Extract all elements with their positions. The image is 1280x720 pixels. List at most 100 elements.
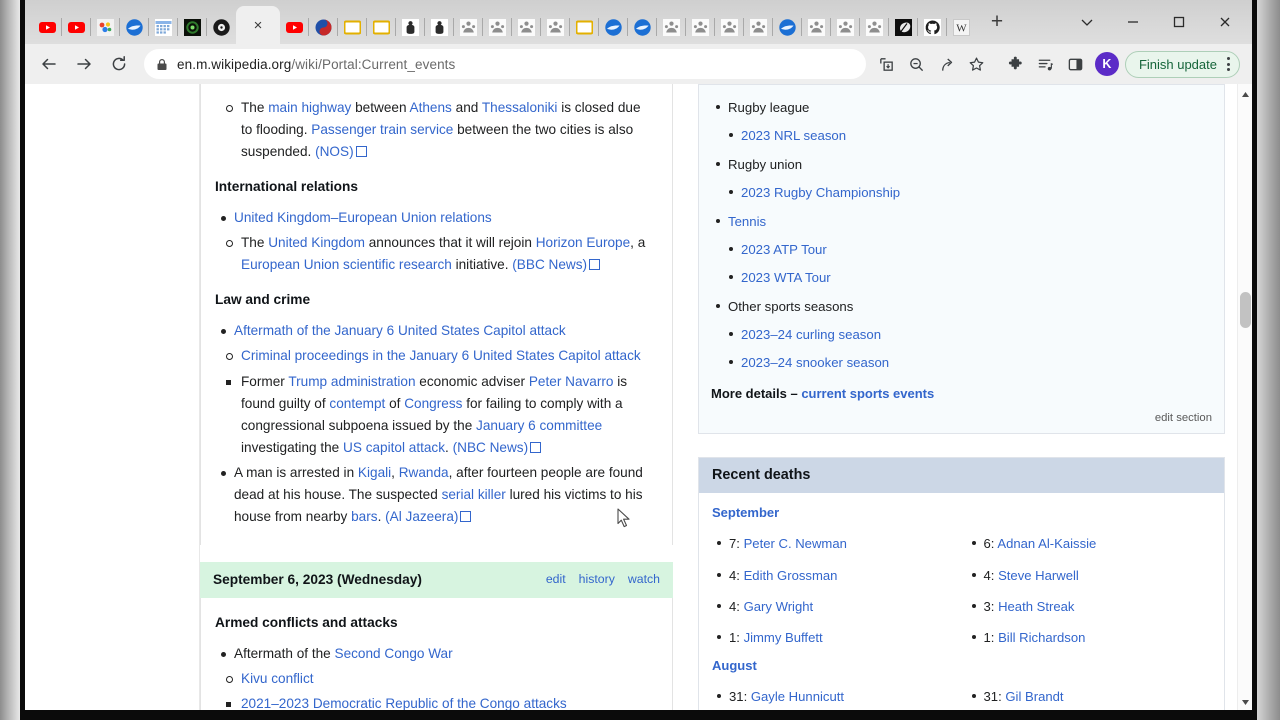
death-person-link[interactable]: Edith Grossman	[744, 568, 838, 583]
current-sports-events-link[interactable]: current sports events	[801, 386, 934, 401]
profile-avatar[interactable]: K	[1094, 52, 1119, 76]
death-person-link[interactable]: Heath Streak	[998, 599, 1074, 614]
sports-link[interactable]: 2023–24 snooker season	[741, 355, 889, 370]
grey-emblem-tab-10[interactable]	[830, 10, 860, 44]
yinyang-tab[interactable]	[308, 10, 338, 44]
wiki-link[interactable]: (Al Jazeera)	[385, 509, 471, 524]
grey-emblem-tab-6[interactable]	[685, 10, 715, 44]
wiki-link[interactable]: Kigali	[358, 465, 391, 480]
wiki-link[interactable]: contempt	[329, 396, 385, 411]
death-person-link[interactable]: Peter C. Newman	[744, 536, 847, 551]
grey-emblem-tab-11[interactable]	[859, 10, 889, 44]
wiki-link[interactable]: Second Congo War	[335, 646, 453, 661]
blue-globe-tab-2[interactable]	[598, 10, 628, 44]
blue-globe-tab-3[interactable]	[627, 10, 657, 44]
death-person-link[interactable]: Adnan Al-Kaissie	[997, 536, 1096, 551]
github-tab[interactable]	[917, 10, 947, 44]
calendar-tab[interactable]	[148, 10, 178, 44]
wiki-link[interactable]: main highway	[268, 100, 351, 115]
maximize-icon[interactable]	[1156, 0, 1202, 44]
grey-emblem-tab-3[interactable]	[511, 10, 541, 44]
wiki-link[interactable]: bars	[351, 509, 377, 524]
wiki-link[interactable]: Criminal proceedings in the January 6 Un…	[241, 348, 641, 363]
reload-icon[interactable]	[103, 48, 135, 80]
wiki-link[interactable]: (BBC News)	[512, 257, 600, 272]
wiki-link[interactable]: Kivu conflict	[241, 671, 314, 686]
sports-link[interactable]: 2023 WTA Tour	[741, 270, 831, 285]
sports-link[interactable]: 2023–24 curling season	[741, 327, 881, 342]
wiki-link[interactable]: United Kingdom	[268, 235, 365, 250]
sports-link[interactable]: 2023 ATP Tour	[741, 242, 827, 257]
wiki-link[interactable]: (NOS)	[315, 144, 367, 159]
black-logo-tab[interactable]	[888, 10, 918, 44]
wiki-link[interactable]: January 6 committee	[476, 418, 602, 433]
death-person-link[interactable]: Jimmy Buffett	[744, 630, 823, 645]
finish-update-button[interactable]: Finish update	[1124, 50, 1240, 78]
close-window-icon[interactable]	[1202, 0, 1248, 44]
death-person-link[interactable]: Gil Brandt	[1005, 689, 1063, 704]
chrome-menu-icon[interactable]	[1224, 57, 1233, 71]
date-link-watch[interactable]: watch	[628, 570, 660, 590]
yellow-window-tab-2[interactable]	[366, 10, 396, 44]
death-person-link[interactable]: Gary Wright	[744, 599, 814, 614]
wiki-link[interactable]: Congress	[404, 396, 462, 411]
bookmark-star-icon[interactable]	[962, 49, 992, 79]
death-person-link[interactable]: Bill Richardson	[998, 630, 1085, 645]
yellow-window-tab-3[interactable]	[569, 10, 599, 44]
person-tab-1[interactable]	[395, 10, 425, 44]
new-tab-button[interactable]: +	[982, 7, 1012, 37]
grey-emblem-tab-2[interactable]	[482, 10, 512, 44]
address-bar[interactable]: en.m.wikipedia.org/wiki/Portal:Current_e…	[144, 49, 866, 79]
zoom-out-icon[interactable]	[902, 49, 932, 79]
wiki-link[interactable]: Horizon Europe	[536, 235, 630, 250]
sports-link[interactable]: 2023 Rugby Championship	[741, 185, 900, 200]
dark-green-tab[interactable]	[177, 10, 207, 44]
wiki-link[interactable]: Rwanda	[399, 465, 449, 480]
sports-link[interactable]: Tennis	[728, 214, 766, 229]
youtube-tab-3[interactable]	[280, 10, 309, 44]
youtube-tab-1[interactable]	[33, 10, 62, 44]
youtube-tab-2[interactable]	[61, 10, 91, 44]
wiki-link[interactable]: Aftermath of the January 6 United States…	[234, 323, 566, 338]
wiki-link[interactable]: European Union scientific research	[241, 257, 452, 272]
wiki-link[interactable]: Athens	[410, 100, 452, 115]
back-icon[interactable]	[33, 48, 65, 80]
colorful-tab[interactable]	[90, 10, 120, 44]
grey-emblem-tab-8[interactable]	[743, 10, 773, 44]
side-panel-icon[interactable]	[1061, 49, 1091, 79]
grey-emblem-tab-4[interactable]	[540, 10, 570, 44]
person-tab-2[interactable]	[424, 10, 454, 44]
grey-emblem-tab-1[interactable]	[453, 10, 483, 44]
scrollbar-thumb[interactable]	[1240, 292, 1251, 328]
wikipedia-w-tab[interactable]: W	[946, 10, 976, 44]
page-scrollbar[interactable]	[1237, 84, 1252, 712]
wiki-link[interactable]: United Kingdom–European Union relations	[234, 210, 492, 225]
scroll-down-arrow-icon[interactable]	[1238, 694, 1252, 710]
wiki-link[interactable]: 2021–2023 Democratic Republic of the Con…	[241, 696, 567, 711]
reading-list-icon[interactable]	[1031, 49, 1061, 79]
wiki-link[interactable]: Trump administration	[288, 374, 415, 389]
vinyl-tab[interactable]	[206, 10, 236, 44]
death-person-link[interactable]: Gayle Hunnicutt	[751, 689, 844, 704]
share-icon[interactable]	[932, 49, 962, 79]
grey-emblem-tab-7[interactable]	[714, 10, 744, 44]
wiki-link[interactable]: Passenger train service	[311, 122, 453, 137]
grey-emblem-tab-5[interactable]	[656, 10, 686, 44]
blue-globe-tab[interactable]	[119, 10, 149, 44]
yellow-window-tab-1[interactable]	[337, 10, 367, 44]
sports-link[interactable]: 2023 NRL season	[741, 128, 846, 143]
extensions-puzzle-icon[interactable]	[1001, 49, 1031, 79]
date-link-history[interactable]: history	[579, 570, 615, 590]
install-app-icon[interactable]	[872, 49, 902, 79]
close-tab-icon[interactable]: ×	[254, 18, 263, 33]
date-link-edit[interactable]: edit	[546, 570, 566, 590]
wiki-link[interactable]: US capitol attack	[343, 440, 445, 455]
scroll-up-arrow-icon[interactable]	[1238, 86, 1252, 102]
grey-emblem-tab-9[interactable]	[801, 10, 831, 44]
minimize-icon[interactable]	[1110, 0, 1156, 44]
forward-icon[interactable]	[68, 48, 100, 80]
sports-edit-section-link[interactable]: edit section	[711, 409, 1212, 427]
death-person-link[interactable]: Steve Harwell	[998, 568, 1079, 583]
wikipedia-active-tab[interactable]: ×	[236, 6, 280, 44]
tab-search-chevron-icon[interactable]	[1064, 0, 1110, 44]
